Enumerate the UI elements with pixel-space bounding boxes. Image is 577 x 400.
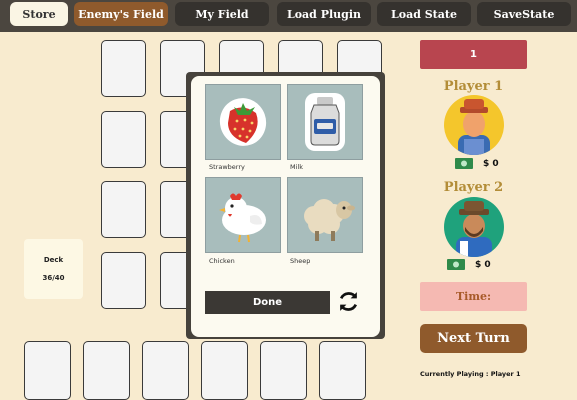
field-slot[interactable] bbox=[101, 111, 146, 168]
hand-card[interactable] bbox=[260, 341, 307, 400]
cash-icon bbox=[447, 259, 465, 270]
cash-icon bbox=[455, 158, 473, 169]
player-1-money: $ 0 bbox=[455, 158, 499, 169]
store-button[interactable]: Store bbox=[10, 2, 68, 26]
player-2-avatar bbox=[444, 197, 504, 257]
player-2-name: Player 2 bbox=[443, 180, 504, 195]
next-turn-button[interactable]: Next Turn bbox=[420, 324, 527, 353]
shop-item-label: Strawberry bbox=[209, 163, 245, 171]
strawberry-icon bbox=[219, 98, 267, 146]
shop-item-label: Milk bbox=[290, 163, 303, 171]
chicken-icon bbox=[219, 193, 266, 243]
turn-counter: 1 bbox=[420, 40, 527, 69]
done-button[interactable]: Done bbox=[205, 291, 330, 314]
shop-item-strawberry[interactable] bbox=[205, 84, 281, 160]
field-slot[interactable] bbox=[101, 40, 146, 97]
refresh-icon[interactable] bbox=[336, 289, 361, 314]
player-1-money-value: $ 0 bbox=[483, 158, 499, 169]
deck[interactable]: Deck 36/40 bbox=[24, 239, 83, 299]
shop-item-label: Chicken bbox=[209, 257, 235, 265]
field-slot[interactable] bbox=[101, 252, 146, 309]
field-slot[interactable] bbox=[101, 181, 146, 238]
hand-card[interactable] bbox=[24, 341, 71, 400]
save-state-button[interactable]: SaveState bbox=[477, 2, 571, 26]
my-field-button[interactable]: My Field bbox=[175, 2, 269, 26]
current-player-status: Currently Playing : Player 1 bbox=[420, 370, 521, 378]
deck-label: Deck bbox=[43, 256, 64, 264]
shop-item-label: Sheep bbox=[290, 257, 311, 265]
hand-card[interactable] bbox=[319, 341, 366, 400]
hand-card[interactable] bbox=[142, 341, 189, 400]
shop-item-milk[interactable] bbox=[287, 84, 363, 160]
enemy-field-button[interactable]: Enemy's Field bbox=[74, 2, 168, 26]
milk-bottle-icon bbox=[305, 93, 345, 151]
shop-item-sheep[interactable] bbox=[287, 177, 363, 253]
load-plugin-button[interactable]: Load Plugin bbox=[277, 2, 371, 26]
player-1-name: Player 1 bbox=[443, 79, 504, 94]
hand-card[interactable] bbox=[83, 341, 130, 400]
sheep-icon bbox=[304, 199, 355, 241]
player-2-money-value: $ 0 bbox=[475, 259, 491, 270]
shop-item-chicken[interactable] bbox=[205, 177, 281, 253]
deck-count: 36/40 bbox=[42, 274, 65, 282]
player-2-money: $ 0 bbox=[447, 259, 491, 270]
player-1-avatar bbox=[444, 95, 504, 155]
hand-card[interactable] bbox=[201, 341, 248, 400]
load-state-button[interactable]: Load State bbox=[377, 2, 471, 26]
timer: Time: bbox=[420, 282, 527, 311]
